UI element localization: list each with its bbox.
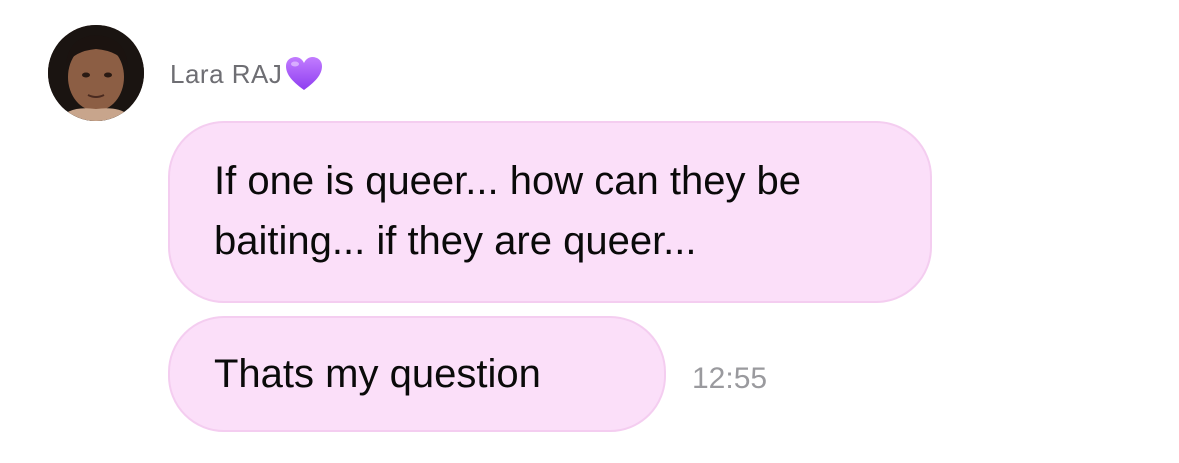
sender-avatar[interactable] bbox=[48, 25, 144, 121]
avatar-photo bbox=[48, 25, 144, 121]
sender-header: Lara RAJ bbox=[170, 54, 324, 94]
purple-heart-icon bbox=[284, 55, 324, 93]
message-bubble[interactable]: Thats my question bbox=[168, 316, 666, 432]
message-bubble[interactable]: If one is queer... how can they be baiti… bbox=[168, 121, 932, 303]
message-timestamp: 12:55 bbox=[692, 362, 768, 395]
sender-name[interactable]: Lara RAJ bbox=[170, 59, 282, 90]
message-text: If one is queer... how can they be baiti… bbox=[214, 159, 802, 263]
message-text: Thats my question bbox=[214, 352, 541, 396]
